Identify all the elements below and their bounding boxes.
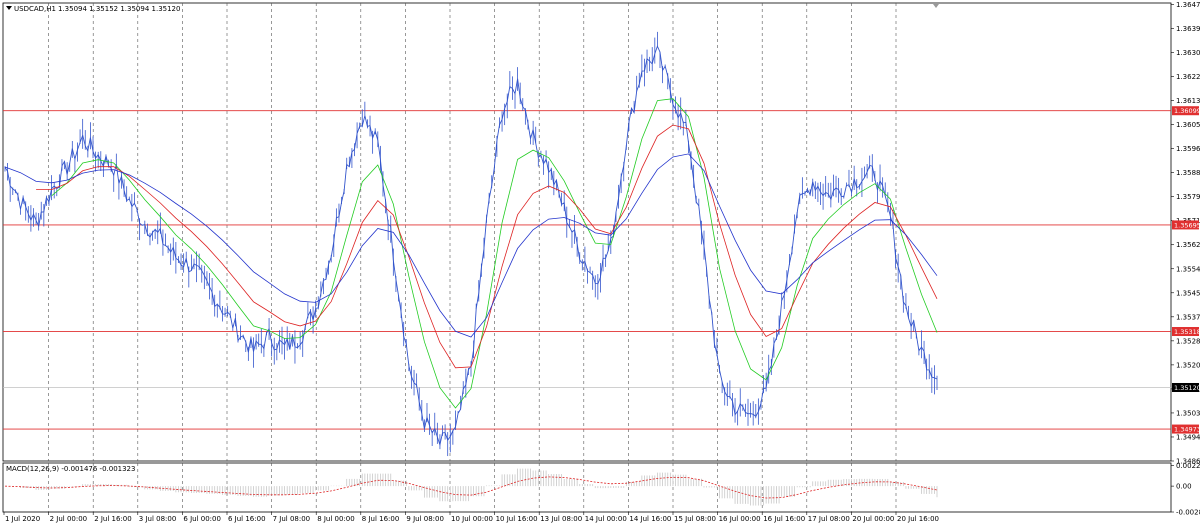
current-price-tag-label: 1.35120 xyxy=(1174,384,1200,392)
symbol-header: USDCAD,H1 1.35094 1.35152 1.35094 1.3512… xyxy=(6,5,180,13)
chart-canvas[interactable]: 1.36475 1.36390 1.36305 1.36220 1.36135 1.360… xyxy=(0,0,1200,527)
x-tick-label: 6 Jul 00:00 xyxy=(183,515,221,523)
y-tick-label: 1.35455 xyxy=(1176,289,1200,297)
y-tick-label: 1.35285 xyxy=(1176,337,1200,345)
x-tick-label: 3 Jul 08:00 xyxy=(139,515,177,523)
x-tick-label: 6 Jul 16:00 xyxy=(228,515,266,523)
x-tick-label: 8 Jul 16:00 xyxy=(362,515,400,523)
y-tick-label: 1.36135 xyxy=(1176,97,1200,105)
x-tick-label: 16 Jul 16:00 xyxy=(763,515,805,523)
trading-chart-window: 1.36475 1.36390 1.36305 1.36220 1.36135 1.360… xyxy=(0,0,1200,527)
y-tick-label: 1.36390 xyxy=(1176,25,1200,33)
x-tick-label: 10 Jul 16:00 xyxy=(496,515,538,523)
level-tag-label: 1.34973 xyxy=(1174,426,1200,434)
x-tick-label: 1 Jul 2020 xyxy=(5,515,40,523)
current-price-tag: 1.35120 xyxy=(1172,382,1200,392)
level-tag-label: 1.35695 xyxy=(1174,221,1200,229)
x-tick-label: 9 Jul 08:00 xyxy=(406,515,444,523)
x-tick-label: 14 Jul 16:00 xyxy=(629,515,671,523)
x-tick-label: 10 Jul 00:00 xyxy=(451,515,493,523)
x-tick-label: 20 Jul 16:00 xyxy=(897,515,939,523)
macd-axis: 0.002247 0.00 -0.002801 xyxy=(1171,462,1200,517)
x-tick-label: 2 Jul 00:00 xyxy=(50,515,88,523)
ohlc-label: 1.35094 1.35152 1.35094 1.35120 xyxy=(58,5,180,13)
y-tick-label: 1.35880 xyxy=(1176,169,1200,177)
x-tick-label: 14 Jul 00:00 xyxy=(585,515,627,523)
y-tick-label: 1.35200 xyxy=(1176,361,1200,369)
x-tick-label: 7 Jul 08:00 xyxy=(273,515,311,523)
x-tick-label: 8 Jul 00:00 xyxy=(317,515,355,523)
x-tick-label: 16 Jul 00:00 xyxy=(719,515,761,523)
level-tag-label: 1.36099 xyxy=(1174,107,1200,115)
time-axis: 1 Jul 2020 2 Jul 00:00 2 Jul 16:00 3 Jul 08… xyxy=(3,512,939,523)
y-tick-label: 1.35965 xyxy=(1176,145,1200,153)
x-tick-label: 13 Jul 08:00 xyxy=(540,515,582,523)
y-tick-label: 1.35370 xyxy=(1176,313,1200,321)
y-tick-label: 1.36220 xyxy=(1176,73,1200,81)
y-tick-label: 1.35540 xyxy=(1176,265,1200,273)
main-plot-frame xyxy=(2,2,1172,462)
y-tick-label: 1.36305 xyxy=(1176,49,1200,57)
macd-y-tick-label: 0.002247 xyxy=(1176,462,1200,470)
macd-y-tick-label: -0.002801 xyxy=(1176,509,1200,517)
macd-title: MACD(12,26,9) -0.001476 -0.001323 xyxy=(6,465,135,473)
macd-y-tick-label: 0.00 xyxy=(1176,483,1192,491)
price-axis: 1.36475 1.36390 1.36305 1.36220 1.36135 1.360… xyxy=(1171,1,1200,466)
y-tick-label: 1.34945 xyxy=(1176,433,1200,441)
y-tick-label: 1.35625 xyxy=(1176,241,1200,249)
x-tick-label: 20 Jul 00:00 xyxy=(852,515,894,523)
x-tick-label: 2 Jul 16:00 xyxy=(94,515,132,523)
y-tick-label: 1.35795 xyxy=(1176,193,1200,201)
y-tick-label: 1.36050 xyxy=(1176,121,1200,129)
x-tick-label: 15 Jul 08:00 xyxy=(674,515,716,523)
symbol-label: USDCAD,H1 xyxy=(14,5,56,13)
y-tick-label: 1.35030 xyxy=(1176,409,1200,417)
y-tick-label: 1.36475 xyxy=(1176,1,1200,9)
x-tick-label: 17 Jul 08:00 xyxy=(808,515,850,523)
level-tag-label: 1.35318 xyxy=(1174,328,1200,336)
